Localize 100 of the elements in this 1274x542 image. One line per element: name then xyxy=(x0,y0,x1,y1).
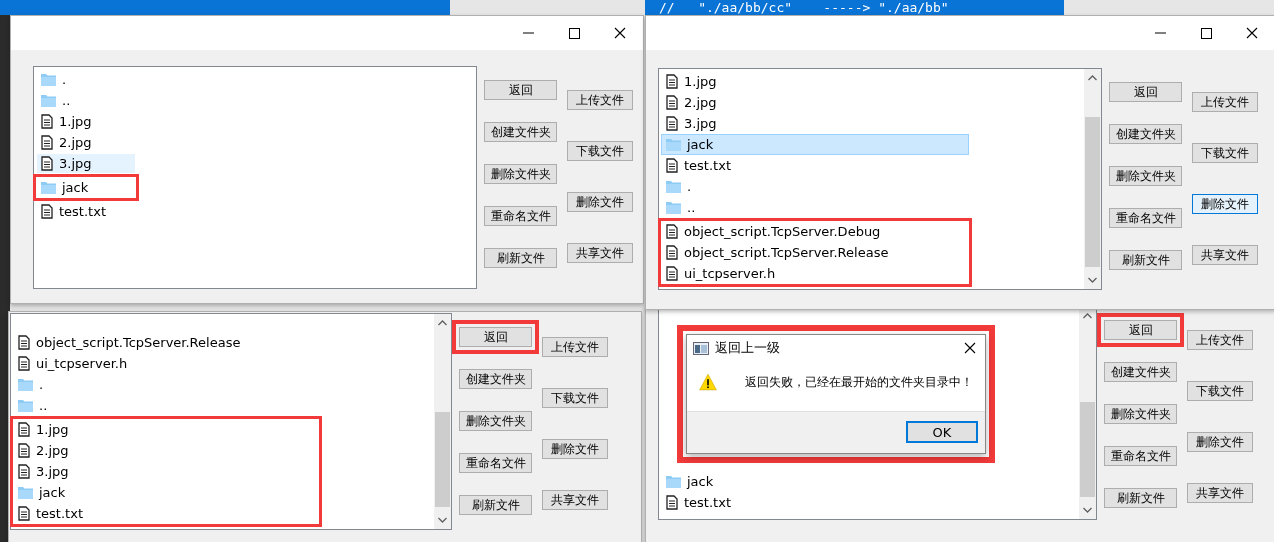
file-list-item[interactable]: . xyxy=(13,374,319,395)
action-button[interactable]: 删除文件夹 xyxy=(1104,404,1177,424)
action-button[interactable]: 创建文件夹 xyxy=(1104,362,1177,382)
action-button[interactable]: 创建文件夹 xyxy=(1109,124,1182,144)
action-button[interactable]: 上传文件 xyxy=(567,90,633,110)
file-list-item[interactable]: . xyxy=(661,176,969,197)
document-icon xyxy=(666,158,678,173)
document-icon xyxy=(666,116,678,131)
action-button[interactable]: 上传文件 xyxy=(1187,330,1253,350)
document-icon xyxy=(666,95,678,110)
file-list-item[interactable]: 1.jpg xyxy=(13,419,319,440)
action-button[interactable]: 刷新文件 xyxy=(1104,488,1177,508)
scrollbar[interactable] xyxy=(1079,307,1096,519)
file-list-item[interactable]: ui_tcpserver.h xyxy=(661,263,969,284)
file-list-item[interactable]: jack xyxy=(661,471,964,492)
file-list-item[interactable]: jack xyxy=(13,482,319,503)
document-icon xyxy=(41,135,53,150)
file-list-item[interactable]: 3.jpg xyxy=(36,153,136,174)
folder-icon xyxy=(41,73,56,86)
document-icon xyxy=(18,464,30,479)
file-list-item[interactable]: .. xyxy=(661,197,969,218)
action-button[interactable]: 删除文件 xyxy=(542,439,608,459)
file-list-item[interactable]: 2.jpg xyxy=(36,132,136,153)
file-list-item[interactable]: jack xyxy=(661,134,969,155)
close-icon xyxy=(964,342,976,354)
document-icon xyxy=(666,224,678,239)
action-button[interactable]: 删除文件 xyxy=(1192,194,1258,214)
scrollbar[interactable] xyxy=(1084,69,1101,289)
action-button[interactable]: 删除文件夹 xyxy=(459,411,532,431)
action-button[interactable]: 共享文件 xyxy=(567,243,633,263)
action-button[interactable]: 创建文件夹 xyxy=(484,122,557,142)
action-button[interactable]: 下载文件 xyxy=(567,141,633,161)
file-list-item[interactable]: object_script.TcpServer.Release xyxy=(661,242,969,263)
folder-icon xyxy=(18,486,33,499)
document-icon xyxy=(666,495,678,510)
action-button[interactable]: 重命名文件 xyxy=(459,453,532,473)
folder-icon xyxy=(666,475,681,488)
file-list-item[interactable]: object_script.TcpServer.Debug xyxy=(661,221,969,242)
document-icon xyxy=(666,74,678,89)
action-button[interactable]: 上传文件 xyxy=(1192,92,1258,112)
action-button[interactable]: 下载文件 xyxy=(1192,143,1258,163)
file-list-item[interactable]: test.txt xyxy=(661,492,964,513)
minimize-icon xyxy=(1154,32,1166,34)
action-button[interactable]: 重命名文件 xyxy=(1104,446,1177,466)
document-icon xyxy=(18,356,30,371)
close-icon xyxy=(1246,27,1258,39)
document-icon xyxy=(18,506,30,521)
document-icon xyxy=(41,156,53,171)
folder-icon xyxy=(41,181,56,194)
folder-icon xyxy=(18,378,33,391)
file-list-item[interactable]: test.txt xyxy=(13,503,319,524)
app-icon xyxy=(693,341,709,355)
document-icon xyxy=(18,443,30,458)
action-button[interactable]: 返回 xyxy=(1104,320,1177,340)
file-list-item[interactable]: 2.jpg xyxy=(661,92,969,113)
action-button[interactable]: 返回 xyxy=(484,80,557,100)
file-list-item[interactable]: 3.jpg xyxy=(661,113,969,134)
file-list-item[interactable]: object_script.TcpServer.Release xyxy=(13,332,319,353)
action-button[interactable]: 返回 xyxy=(1109,82,1182,102)
file-list-item[interactable]: .. xyxy=(36,90,136,111)
action-button[interactable]: 刷新文件 xyxy=(459,495,532,515)
dialog-message: 返回失败，已经在最开始的文件夹目录中！ xyxy=(745,373,973,391)
file-list-item[interactable]: test.txt xyxy=(36,201,136,222)
action-button[interactable]: 删除文件夹 xyxy=(484,164,557,184)
file-list-item[interactable]: 3.jpg xyxy=(13,461,319,482)
scrollbar[interactable] xyxy=(434,314,451,529)
file-list-item[interactable]: test.txt xyxy=(661,155,969,176)
action-button[interactable]: 删除文件夹 xyxy=(1109,166,1182,186)
action-button[interactable]: 下载文件 xyxy=(542,388,608,408)
action-button[interactable]: 重命名文件 xyxy=(484,206,557,226)
action-button[interactable]: 共享文件 xyxy=(542,490,608,510)
file-list-item[interactable]: . xyxy=(36,69,136,90)
folder-icon xyxy=(41,94,56,107)
maximize-icon xyxy=(568,27,580,39)
close-icon xyxy=(614,27,626,39)
document-icon xyxy=(41,204,53,219)
file-list-item[interactable]: jack xyxy=(36,177,136,198)
document-icon xyxy=(666,245,678,260)
action-button[interactable]: 共享文件 xyxy=(1192,245,1258,265)
file-list-item[interactable]: 2.jpg xyxy=(13,440,319,461)
action-button[interactable]: 共享文件 xyxy=(1187,483,1253,503)
file-list-item[interactable]: 1.jpg xyxy=(36,111,136,132)
action-button[interactable]: 创建文件夹 xyxy=(459,369,532,389)
action-button[interactable]: 上传文件 xyxy=(542,337,608,357)
minimize-icon xyxy=(522,32,534,34)
ok-button[interactable]: OK xyxy=(906,421,978,443)
document-icon xyxy=(18,422,30,437)
action-button[interactable]: 删除文件 xyxy=(567,192,633,212)
action-button[interactable]: 删除文件 xyxy=(1187,432,1253,452)
action-button[interactable]: 重命名文件 xyxy=(1109,208,1182,228)
maximize-icon xyxy=(1200,27,1212,39)
document-icon xyxy=(18,335,30,350)
file-list-item[interactable]: ui_tcpserver.h xyxy=(13,353,319,374)
action-button[interactable]: 刷新文件 xyxy=(1109,250,1182,270)
action-button[interactable]: 返回 xyxy=(459,327,532,347)
file-list-item[interactable]: 1.jpg xyxy=(661,71,969,92)
action-button[interactable]: 刷新文件 xyxy=(484,248,557,268)
action-button[interactable]: 下载文件 xyxy=(1187,381,1253,401)
folder-icon xyxy=(666,180,681,193)
file-list-item[interactable]: .. xyxy=(13,395,319,416)
